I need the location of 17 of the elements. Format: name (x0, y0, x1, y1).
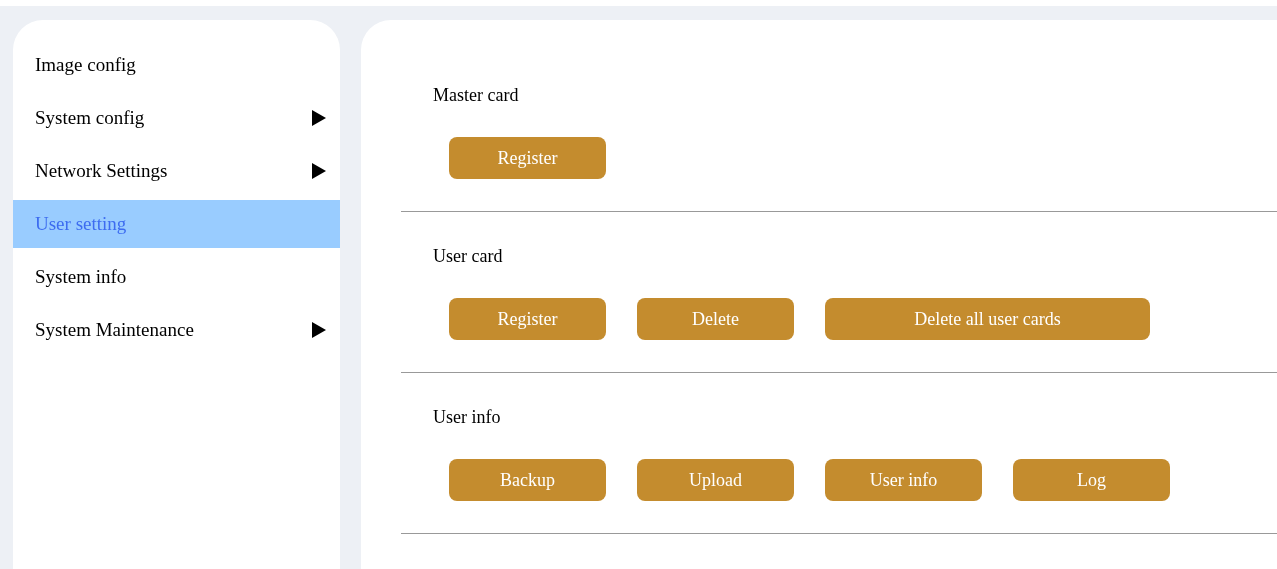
sidebar-item[interactable]: System Maintenance (13, 306, 340, 354)
section-title: User card (433, 245, 504, 267)
action-button[interactable]: Register (449, 298, 606, 340)
action-button[interactable]: User info (825, 459, 982, 501)
sidebar-item[interactable]: System info (13, 253, 340, 301)
sidebar-item[interactable]: System config (13, 94, 340, 142)
action-button[interactable]: Register (449, 137, 606, 179)
action-button[interactable]: Delete all user cards (825, 298, 1150, 340)
sidebar-item[interactable]: Network Settings (13, 147, 340, 195)
action-button[interactable]: Backup (449, 459, 606, 501)
section-title: Master card (433, 84, 520, 106)
section-title: User info (433, 406, 502, 428)
action-button[interactable]: Upload (637, 459, 794, 501)
action-button[interactable]: Log (1013, 459, 1170, 501)
sidebar-item[interactable]: User setting (13, 200, 340, 248)
sidebar-item[interactable]: Image config (13, 41, 340, 89)
action-button[interactable]: Delete (637, 298, 794, 340)
